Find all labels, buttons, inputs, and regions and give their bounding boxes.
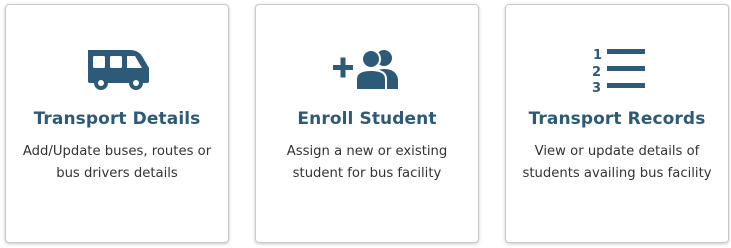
card-title: Transport Records <box>528 109 706 129</box>
add-users-icon <box>256 45 478 95</box>
card-grid: Transport Details Add/Update buses, rout… <box>0 0 731 248</box>
enroll-student-card[interactable]: Enroll Student Assign a new or existing … <box>255 4 479 243</box>
transport-records-card[interactable]: 1 2 3 Transport Records View or update d… <box>505 4 729 243</box>
card-title: Transport Details <box>33 109 201 129</box>
svg-text:2: 2 <box>592 65 601 80</box>
card-description: Add/Update buses, routes or bus drivers … <box>22 144 212 181</box>
svg-text:1: 1 <box>593 48 602 63</box>
card-title: Enroll Student <box>297 109 437 129</box>
card-description: Assign a new or existing student for bus… <box>286 144 448 181</box>
numbered-list-icon: 1 2 3 <box>506 45 728 95</box>
card-description: View or update details of students avail… <box>522 144 712 181</box>
bus-icon <box>6 45 228 95</box>
svg-text:3: 3 <box>592 81 601 94</box>
transport-details-card[interactable]: Transport Details Add/Update buses, rout… <box>5 4 229 243</box>
